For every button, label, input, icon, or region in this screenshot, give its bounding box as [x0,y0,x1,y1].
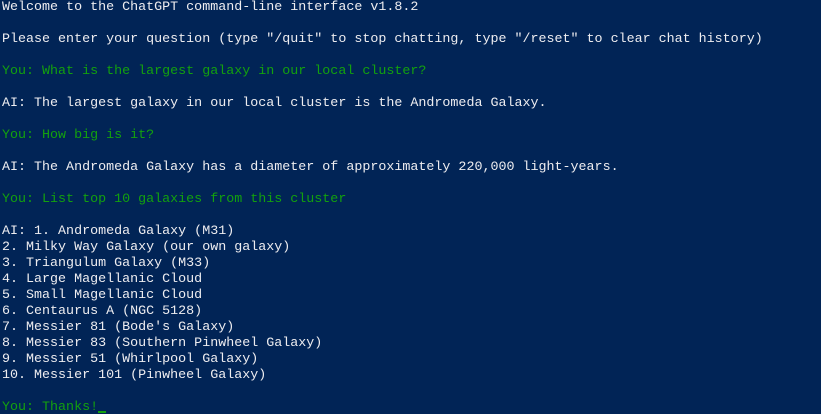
input-prompt-line[interactable]: You: Thanks! [2,400,107,414]
welcome-line: Welcome to the ChatGPT command-line inte… [2,0,419,15]
user-message: You: How big is it? [2,128,155,143]
user-message: You: What is the largest galaxy in our l… [2,64,427,79]
user-message: You: List top 10 galaxies from this clus… [2,192,347,207]
galaxy-list-item: 10. Messier 101 (Pinwheel Galaxy) [2,368,267,383]
galaxy-list-item: 2. Milky Way Galaxy (our own galaxy) [2,240,291,255]
galaxy-list-item: 7. Messier 81 (Bode's Galaxy) [2,320,235,335]
galaxy-list-item: 4. Large Magellanic Cloud [2,272,203,287]
text-cursor [98,411,107,413]
galaxy-list-item: AI: 1. Andromeda Galaxy (M31) [2,224,235,239]
instructions-line: Please enter your question (type "/quit"… [2,32,763,47]
ai-message: AI: The largest galaxy in our local clus… [2,96,547,111]
user-input-text[interactable]: You: Thanks! [2,400,98,414]
galaxy-list-item: 5. Small Magellanic Cloud [2,288,203,303]
galaxy-list-item: 6. Centaurus A (NGC 5128) [2,304,203,319]
galaxy-list-item: 9. Messier 51 (Whirlpool Galaxy) [2,352,259,367]
galaxy-list-item: 3. Triangulum Galaxy (M33) [2,256,211,271]
terminal-window[interactable]: Welcome to the ChatGPT command-line inte… [0,0,821,414]
galaxy-list-item: 8. Messier 83 (Southern Pinwheel Galaxy) [2,336,323,351]
ai-message: AI: The Andromeda Galaxy has a diameter … [2,160,619,175]
